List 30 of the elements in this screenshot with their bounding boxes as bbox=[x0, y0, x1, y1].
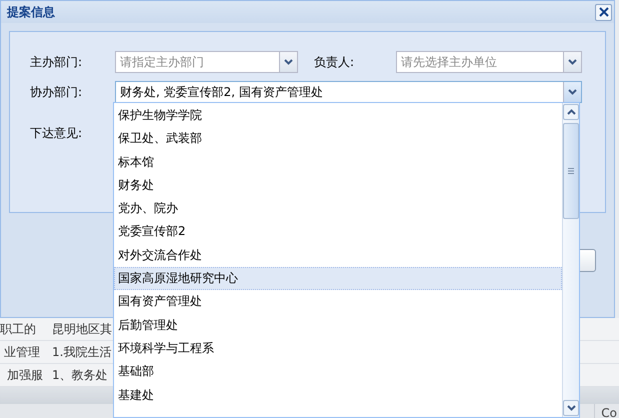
scroll-thumb[interactable] bbox=[563, 123, 579, 219]
scrollbar[interactable] bbox=[562, 103, 579, 417]
field-label: 主办部门: bbox=[30, 54, 84, 70]
dropdown-button[interactable] bbox=[563, 82, 581, 102]
scroll-up-button[interactable] bbox=[563, 104, 579, 120]
chevron-down-icon bbox=[568, 59, 577, 65]
dropdown-button[interactable] bbox=[563, 52, 581, 72]
chevron-down-icon bbox=[284, 59, 293, 65]
field-label: 负责人: bbox=[314, 54, 356, 70]
table-cell-text: 1.我院生活 bbox=[52, 344, 112, 360]
table-cell: 昆明地区其 bbox=[52, 320, 113, 338]
table-cell-text: 职工的 bbox=[0, 320, 37, 338]
dropdown-button[interactable] bbox=[279, 52, 297, 72]
field-label: 下达意见: bbox=[30, 125, 82, 142]
table-cell-text: 业管理 bbox=[3, 344, 41, 360]
combo-box[interactable]: 请先选择主办单位 bbox=[396, 51, 582, 73]
scroll-down-button[interactable] bbox=[563, 400, 579, 416]
close-button[interactable] bbox=[595, 4, 612, 20]
table-cell-text: 加强服 bbox=[6, 366, 44, 384]
column-header: Co bbox=[594, 404, 619, 418]
table-cell-text: 1、教务处 bbox=[52, 366, 109, 384]
dropdown-option[interactable]: 国家高原湿地研究中心 bbox=[114, 267, 562, 290]
chevron-up-icon bbox=[566, 109, 576, 115]
chevron-down-icon bbox=[568, 89, 577, 95]
combo-box[interactable]: 请指定主办部门 bbox=[115, 51, 298, 73]
field-label: 协办部门: bbox=[30, 84, 84, 100]
dialog-title: 提案信息 bbox=[7, 4, 55, 20]
close-icon bbox=[598, 7, 608, 17]
grip-icon bbox=[568, 168, 574, 174]
chevron-down-icon bbox=[566, 405, 576, 411]
